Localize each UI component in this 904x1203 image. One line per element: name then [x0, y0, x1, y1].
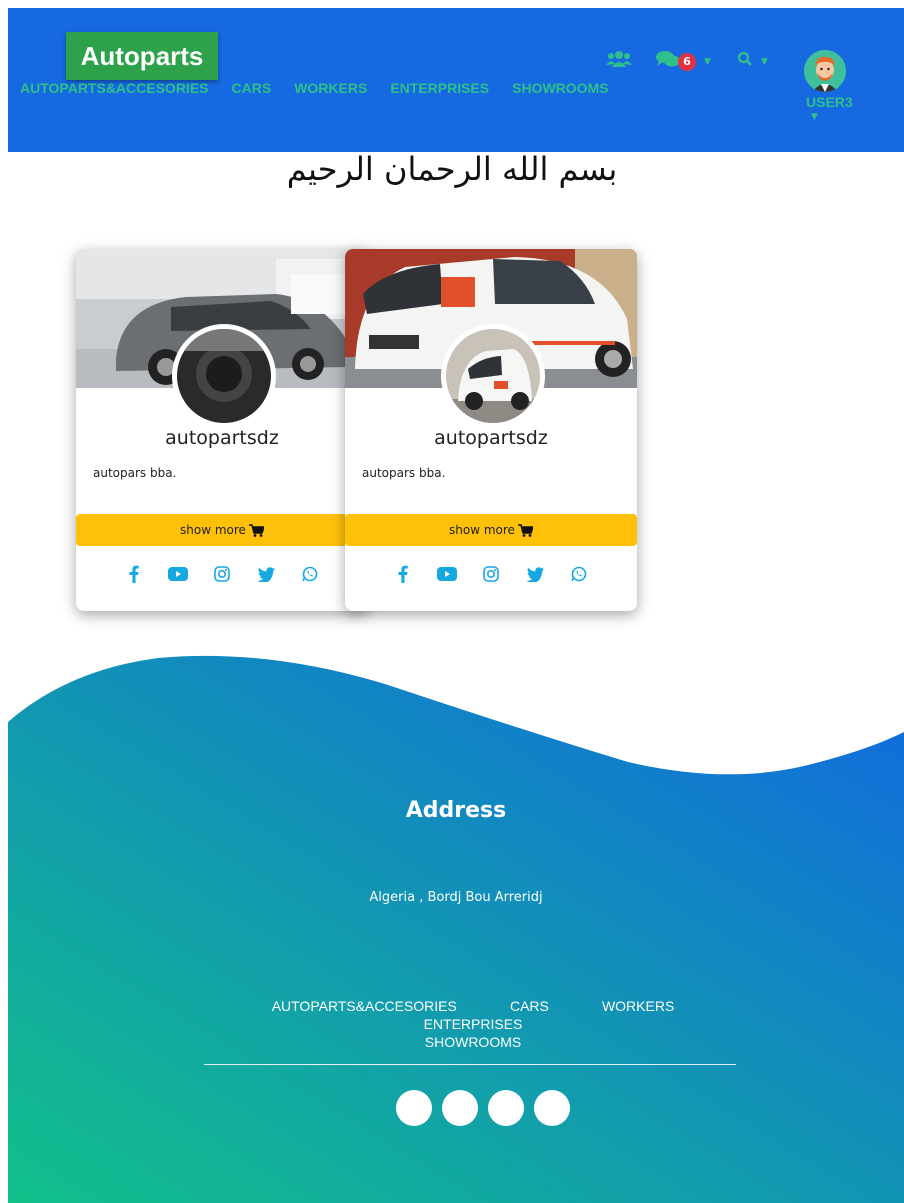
social-circle-button[interactable]	[442, 1090, 478, 1126]
profile-image	[441, 324, 545, 428]
comments-icon[interactable]	[656, 50, 680, 73]
footer: Address Algeria , Bordj Bou Arreridj AUT…	[8, 650, 904, 1203]
footer-social-circles	[396, 1090, 570, 1126]
nav-links: AUTOPARTS&ACCESORIES CARS WORKERS ENTERP…	[20, 80, 609, 96]
nav-link-autoparts[interactable]: AUTOPARTS&ACCESORIES	[20, 80, 209, 96]
social-circle-button[interactable]	[488, 1090, 524, 1126]
footer-link-showrooms[interactable]: SHOWROOMS	[425, 1034, 521, 1050]
footer-link-autoparts[interactable]: AUTOPARTS&ACCESORIES	[272, 998, 457, 1014]
chevron-down-icon[interactable]: ▼	[811, 112, 818, 122]
facebook-icon[interactable]	[123, 563, 145, 585]
twitter-icon[interactable]	[255, 563, 277, 585]
whatsapp-icon[interactable]	[299, 563, 321, 585]
social-links	[76, 563, 368, 585]
social-circle-button[interactable]	[534, 1090, 570, 1126]
users-icon[interactable]	[606, 50, 632, 73]
card-description: autopars bba.	[362, 466, 446, 480]
show-more-button[interactable]: show more	[345, 514, 637, 546]
whatsapp-icon[interactable]	[568, 563, 590, 585]
footer-link-enterprises[interactable]: ENTERPRISES	[424, 1016, 523, 1032]
search-icon[interactable]	[737, 51, 753, 72]
nav-link-workers[interactable]: WORKERS	[294, 80, 367, 96]
footer-links: AUTOPARTS&ACCESORIES CARS WORKERS ENTERP…	[203, 997, 743, 1051]
address-text: Algeria , Bordj Bou Arreridj	[369, 890, 543, 905]
card-name: autopartsdz	[165, 427, 279, 449]
cart-icon	[517, 523, 533, 537]
user-name[interactable]: USER3	[806, 94, 853, 110]
card-description: autopars bba.	[93, 466, 177, 480]
messages-badge: 6	[678, 52, 696, 71]
twitter-icon[interactable]	[524, 563, 546, 585]
instagram-icon[interactable]	[480, 563, 502, 585]
nav-icons: 6 ▼ ▼	[606, 50, 768, 73]
facebook-icon[interactable]	[392, 563, 414, 585]
show-more-label: show more	[180, 523, 246, 537]
avatar[interactable]	[804, 50, 846, 92]
card-name: autopartsdz	[434, 427, 548, 449]
address-title: Address	[405, 798, 507, 823]
social-links	[345, 563, 637, 585]
footer-link-cars[interactable]: CARS	[510, 998, 549, 1014]
footer-link-workers[interactable]: WORKERS	[602, 998, 674, 1014]
nav-link-enterprises[interactable]: ENTERPRISES	[390, 80, 489, 96]
nav-link-cars[interactable]: CARS	[232, 80, 272, 96]
footer-divider	[204, 1064, 736, 1065]
profile-card: autopartsdz autopars bba. show more	[76, 249, 368, 611]
social-circle-button[interactable]	[396, 1090, 432, 1126]
brand-logo[interactable]: Autoparts	[66, 32, 218, 80]
chevron-down-icon[interactable]: ▼	[761, 57, 768, 67]
profile-card: autopartsdz autopars bba. show more	[345, 249, 637, 611]
instagram-icon[interactable]	[211, 563, 233, 585]
nav-link-showrooms[interactable]: SHOWROOMS	[512, 80, 608, 96]
top-clipped-text	[0, 0, 904, 8]
chevron-down-icon[interactable]: ▼	[704, 57, 711, 67]
cart-icon	[248, 523, 264, 537]
show-more-button[interactable]: show more	[76, 514, 368, 546]
page-title: بسم الله الرحمان الرحيم	[286, 150, 618, 188]
youtube-icon[interactable]	[167, 563, 189, 585]
show-more-label: show more	[449, 523, 515, 537]
profile-image	[172, 324, 276, 428]
youtube-icon[interactable]	[436, 563, 458, 585]
navbar: Autoparts AUTOPARTS&ACCESORIES CARS WORK…	[8, 8, 904, 152]
